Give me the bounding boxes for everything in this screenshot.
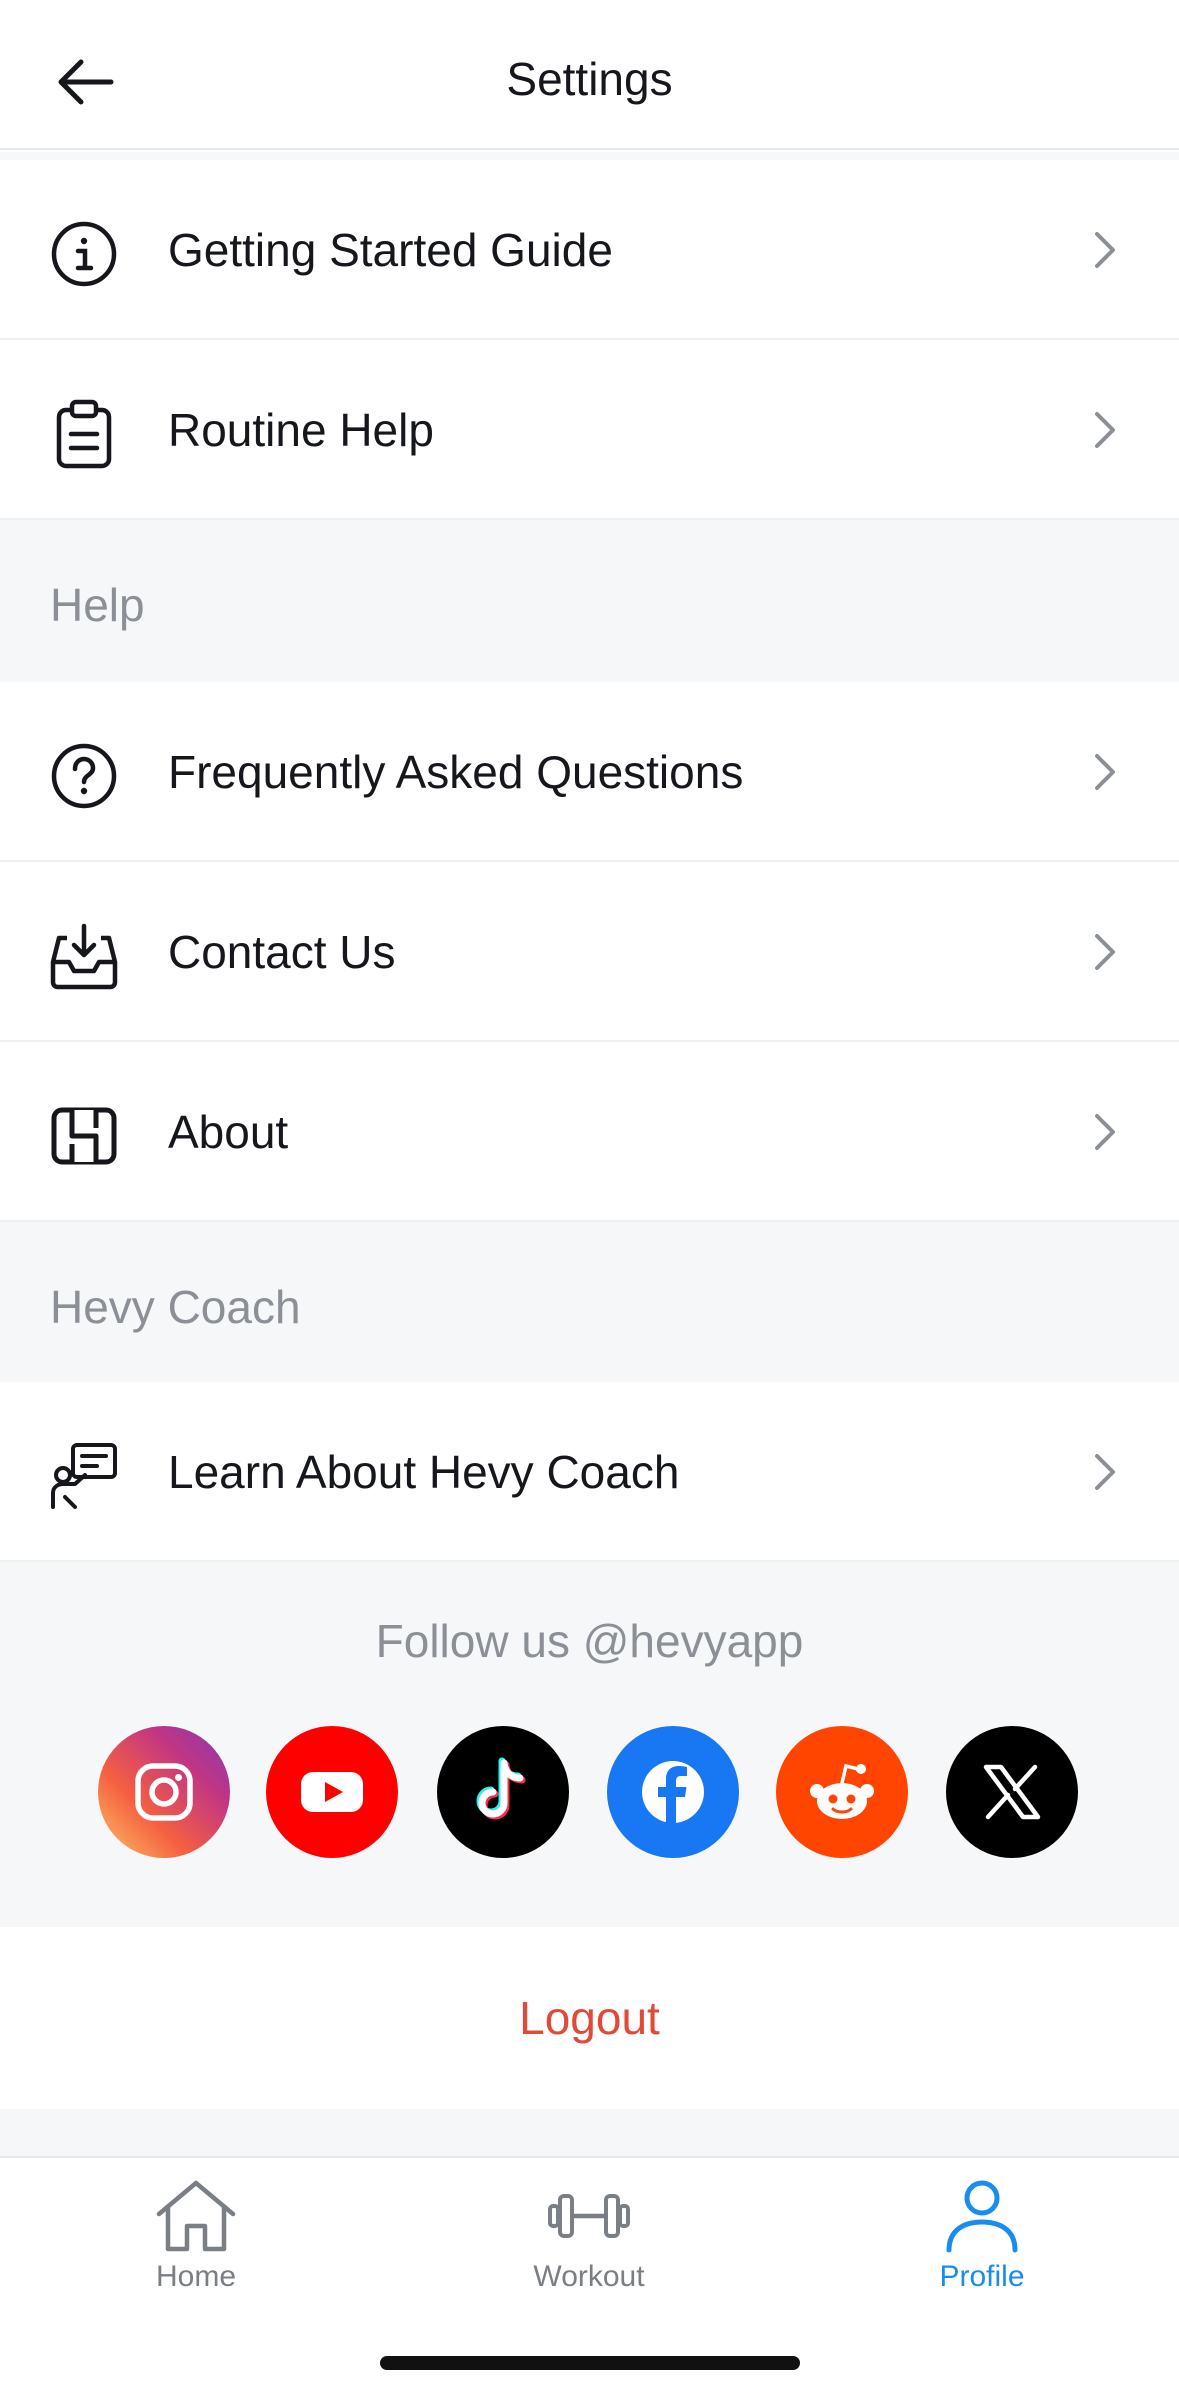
question-icon [51,743,117,809]
section-title: Help [50,579,145,631]
logout-label: Logout [519,1992,660,2044]
row-label: Routine Help [168,404,434,456]
tab-home[interactable]: Home [76,2178,316,2318]
youtube-icon [301,1772,363,1812]
row-label: About [168,1106,289,1158]
tab-label: Workout [533,2260,645,2293]
row-faq[interactable]: Frequently Asked Questions [0,682,1179,862]
x-button[interactable] [946,1726,1078,1858]
tiktok-icon [476,1757,526,1820]
clipboard-icon [56,399,112,469]
row-label: Learn About Hevy Coach [168,1446,680,1498]
section-title: Hevy Coach [50,1281,301,1333]
hevy-logo-icon [51,1107,117,1165]
inbox-download-icon [50,923,118,990]
coach-icon [51,1443,117,1509]
chevron-right-icon [1095,1114,1115,1150]
tiktok-button[interactable] [437,1726,569,1858]
section-header-help: Help [0,520,1179,682]
home-icon [156,2180,236,2252]
row-getting-started-guide[interactable]: Getting Started Guide [0,160,1179,340]
row-contact-us[interactable]: Contact Us [0,862,1179,1042]
youtube-button[interactable] [266,1726,398,1858]
row-label: Contact Us [168,926,396,978]
chevron-right-icon [1095,412,1115,448]
tab-workout[interactable]: Workout [469,2178,709,2318]
instagram-button[interactable] [98,1726,230,1858]
row-about[interactable]: About [0,1042,1179,1222]
reddit-button[interactable] [776,1726,908,1858]
row-label: Getting Started Guide [168,224,613,276]
tab-label: Home [155,2260,237,2293]
instagram-icon [135,1763,193,1821]
row-learn-about-hevy-coach[interactable]: Learn About Hevy Coach [0,1382,1179,1562]
dumbbell-icon [548,2194,630,2238]
follow-section: Follow us @hevyapp [0,1562,1179,1927]
facebook-icon [642,1761,704,1823]
person-icon [946,2180,1018,2253]
logout-button[interactable]: Logout [0,1927,1179,2109]
header: Settings [0,0,1179,150]
follow-text: Follow us @hevyapp [375,1615,804,1667]
facebook-button[interactable] [607,1726,739,1858]
chevron-right-icon [1095,934,1115,970]
row-label: Frequently Asked Questions [168,746,744,798]
home-indicator [380,2356,800,2370]
chevron-right-icon [1095,754,1115,790]
section-header-hevy-coach: Hevy Coach [0,1222,1179,1384]
chevron-right-icon [1095,232,1115,268]
divider [0,2109,1179,2156]
tab-label: Profile [939,2260,1025,2293]
chevron-right-icon [1095,1454,1115,1490]
info-icon [51,221,117,287]
row-routine-help[interactable]: Routine Help [0,340,1179,520]
x-icon [983,1764,1041,1820]
page-title: Settings [506,53,673,105]
tab-profile[interactable]: Profile [862,2178,1102,2318]
reddit-icon [810,1763,874,1819]
